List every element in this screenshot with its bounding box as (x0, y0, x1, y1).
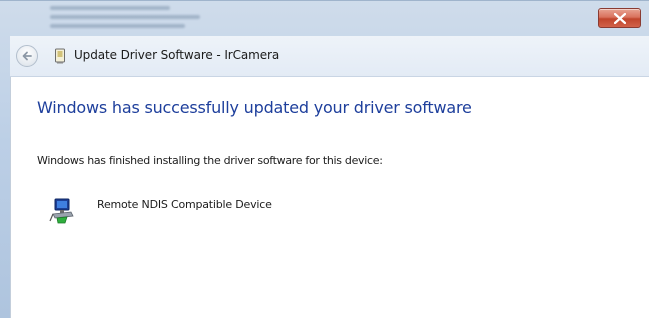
window-title: Update Driver Software - IrCamera (74, 48, 280, 62)
dialog-content: Windows has successfully updated your dr… (10, 77, 649, 318)
frame-edge (0, 0, 649, 1)
close-icon (614, 13, 626, 24)
device-name: Remote NDIS Compatible Device (97, 198, 272, 211)
window-frame: Update Driver Software - IrCamera Window… (0, 0, 649, 318)
network-adapter-icon (49, 198, 74, 224)
back-arrow-icon (22, 51, 32, 61)
back-button[interactable] (16, 45, 38, 67)
dialog-header: Update Driver Software - IrCamera (10, 36, 649, 77)
background-window-blur (50, 6, 210, 32)
device-manager-icon (55, 48, 65, 64)
page-title: Windows has successfully updated your dr… (37, 98, 472, 117)
status-message: Windows has finished installing the driv… (37, 154, 383, 167)
close-button[interactable] (598, 8, 641, 28)
